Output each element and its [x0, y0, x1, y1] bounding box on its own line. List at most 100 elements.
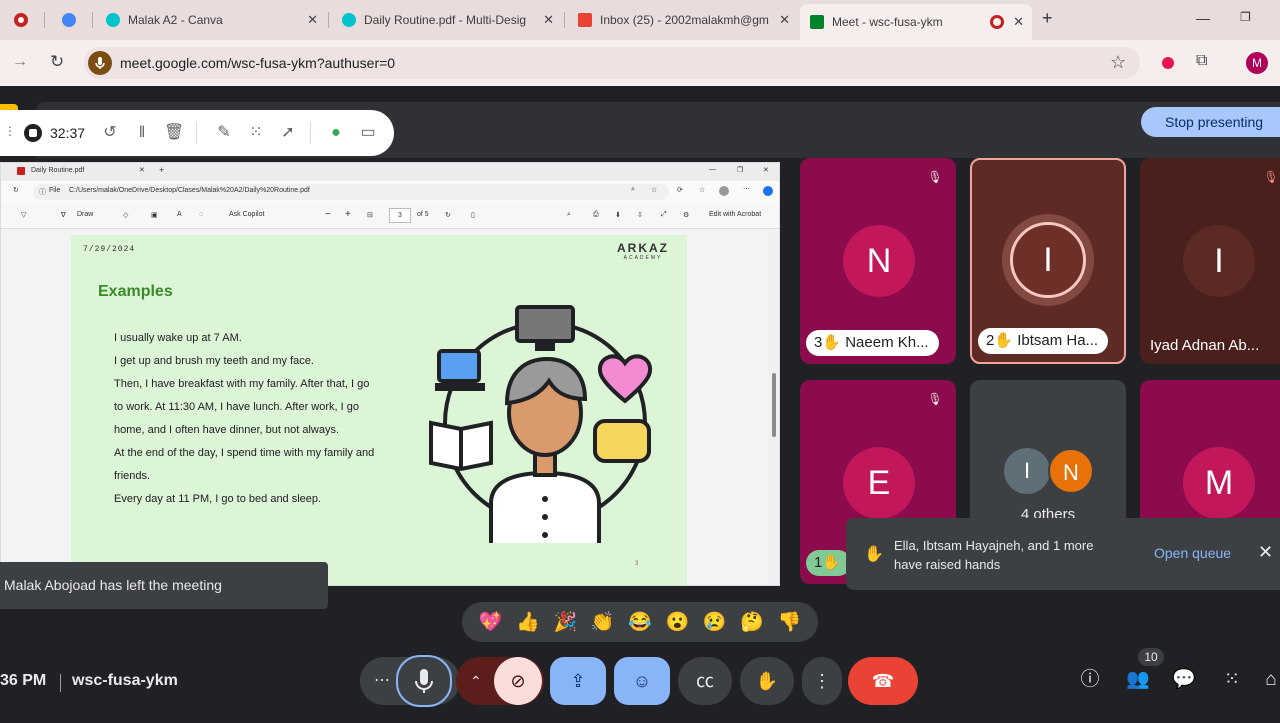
browser-tab-gmail[interactable]: Inbox (25) - 2002malakmh@gm ✕ — [568, 6, 798, 34]
fit-page-icon[interactable]: ⊟ — [367, 211, 373, 219]
zoom-in-icon[interactable]: + — [345, 209, 351, 220]
minimize-icon[interactable]: — — [709, 166, 716, 173]
profile-avatar[interactable]: M — [1246, 52, 1268, 74]
fullscreen-icon[interactable]: ⤢ — [661, 211, 667, 219]
bookmark-star-icon[interactable]: ☆ — [1110, 52, 1126, 73]
new-tab-icon[interactable]: + — [159, 165, 164, 175]
grid-icon[interactable]: ⁙ — [246, 123, 266, 143]
reaction-laugh[interactable]: 😂 — [625, 610, 655, 634]
more-options-button[interactable]: ⋮ — [802, 657, 842, 705]
pdf-omnibox[interactable]: ⓘ File C:/Users/malak/OneDrive/Desktop/C… — [33, 184, 669, 200]
open-queue-button[interactable]: Open queue — [1154, 545, 1231, 561]
ask-copilot-label[interactable]: Ask Copilot — [229, 211, 264, 218]
divider — [60, 674, 61, 692]
raise-hand-button[interactable]: ✋ — [740, 657, 794, 705]
read-aloud-icon[interactable]: A — [177, 211, 182, 218]
profile-icon[interactable] — [719, 186, 729, 196]
browser-tab-canva[interactable]: Malak A2 - Canva ✕ — [96, 6, 326, 34]
print-icon[interactable]: ⎙ — [593, 211, 599, 219]
emoji-button[interactable]: ☺ — [614, 657, 670, 705]
browser-tab-pdf[interactable]: Daily Routine.pdf - Multi-Desig ✕ — [332, 6, 562, 34]
reaction-thinking[interactable]: 🤔 — [737, 610, 767, 634]
chat-icon[interactable]: 💬 — [1170, 666, 1198, 694]
restore-icon[interactable]: ❐ — [737, 166, 743, 174]
eraser-icon[interactable]: ◇ — [123, 211, 128, 219]
delete-icon[interactable]: 🗑 — [164, 123, 184, 143]
meeting-info-icon[interactable]: ⓘ — [1076, 666, 1104, 694]
browser-tab-meet[interactable]: Meet - wsc-fusa-ykm ✕ — [800, 4, 1032, 40]
draw-label[interactable]: Draw — [77, 211, 93, 218]
page-view-icon[interactable]: ▯ — [471, 211, 475, 219]
save-as-icon[interactable]: ⇩ — [637, 211, 643, 219]
new-tab-button[interactable]: + — [1042, 8, 1053, 29]
participant-tile[interactable]: I 2✋ Ibtsam Ha... — [970, 158, 1126, 364]
reaction-clap[interactable]: 👏 — [588, 610, 618, 634]
recording-extension-icon[interactable] — [1162, 57, 1174, 69]
minimize-icon[interactable]: — — [1196, 10, 1210, 26]
extensions-icon[interactable]: ⧉ — [1196, 52, 1207, 70]
page-number-input[interactable]: 3 — [389, 208, 411, 223]
close-tab-icon[interactable]: ✕ — [307, 12, 318, 28]
restore-icon[interactable]: ❐ — [1240, 10, 1251, 24]
scroll-thumb[interactable] — [772, 373, 776, 437]
favorite-icon[interactable]: ☆ — [651, 186, 657, 194]
reaction-sad[interactable]: 😢 — [700, 610, 730, 634]
leave-call-button[interactable]: ☎ — [848, 657, 918, 705]
drag-handle-icon[interactable]: ⋮ — [4, 124, 16, 138]
people-icon[interactable]: 👥 — [1124, 666, 1152, 694]
rotate-icon[interactable]: ↻ — [445, 211, 451, 219]
refresh-icon[interactable]: ⟳ — [677, 186, 683, 194]
reaction-thumbs-down[interactable]: 👎 — [774, 610, 804, 634]
browser-tab-chrome[interactable] — [52, 6, 88, 34]
slide-line: Then, I have breakfast with my family. A… — [114, 378, 370, 390]
camera-icon[interactable]: ▭ — [358, 123, 378, 143]
stop-record-icon[interactable] — [24, 124, 42, 142]
settings-icon[interactable]: ⚙ — [683, 211, 689, 219]
restart-icon[interactable]: ↺ — [100, 123, 120, 143]
browser-tab-recording[interactable] — [4, 6, 40, 34]
pen-icon[interactable]: ✎ — [214, 123, 234, 143]
close-tab-icon[interactable]: ✕ — [1013, 14, 1024, 30]
reaction-thumbs-up[interactable]: 👍 — [513, 610, 543, 634]
mic-icon[interactable]: ● — [326, 123, 346, 143]
chevron-up-icon[interactable]: ⌃ — [470, 657, 482, 705]
save-icon[interactable]: ⬇ — [615, 211, 621, 219]
edit-with-acrobat-label[interactable]: Edit with Acrobat — [709, 211, 761, 218]
search-icon[interactable]: ⌕ — [567, 211, 571, 219]
participant-tile[interactable]: 🎙 N 3✋ Naeem Kh... — [800, 158, 956, 364]
zoom-out-icon[interactable]: − — [325, 209, 331, 220]
reload-icon[interactable]: ↻ — [50, 52, 64, 72]
text-icon[interactable]: ▣ — [151, 211, 158, 219]
copilot-icon[interactable] — [763, 186, 773, 196]
close-window-icon[interactable]: ✕ — [763, 166, 769, 174]
present-button[interactable]: ⇪ — [550, 657, 606, 705]
activities-icon[interactable]: ⁙ — [1218, 666, 1246, 694]
site-info-icon[interactable] — [88, 51, 112, 75]
camera-off-button[interactable]: ⊘ — [494, 657, 542, 705]
close-tab-icon[interactable]: ✕ — [543, 12, 554, 28]
pointer-icon[interactable]: ➚ — [278, 123, 298, 143]
close-icon[interactable]: ✕ — [139, 166, 145, 174]
forward-icon[interactable]: → — [12, 53, 28, 71]
more-icon[interactable]: ⋯ — [743, 185, 750, 193]
zoom-icon[interactable]: ⌕ — [631, 186, 635, 194]
microphone-button[interactable] — [396, 655, 452, 707]
favorites-icon[interactable]: ☆ — [699, 186, 705, 194]
copilot-icon[interactable]: ◌ — [199, 211, 203, 218]
close-tab-icon[interactable]: ✕ — [779, 12, 790, 28]
reaction-surprised[interactable]: 😮 — [662, 610, 692, 634]
more-audio-icon[interactable]: ⋯ — [374, 657, 390, 705]
stop-presenting-button[interactable]: Stop presenting — [1141, 107, 1280, 137]
reload-icon[interactable]: ↻ — [13, 186, 19, 194]
close-icon[interactable]: ✕ — [1258, 542, 1273, 563]
highlight-icon[interactable]: ▽ — [21, 211, 26, 219]
pause-icon[interactable]: ‖ — [132, 123, 152, 143]
host-controls-icon[interactable]: ⌂ — [1262, 666, 1280, 694]
participant-tile[interactable]: 🎙 I Iyad Adnan Ab... — [1140, 158, 1280, 364]
pdf-scrollbar[interactable] — [769, 233, 779, 585]
captions-button[interactable]: ㏄ — [678, 657, 732, 705]
draw-icon[interactable]: ∇ — [61, 211, 66, 219]
omnibox[interactable]: meet.google.com/wsc-fusa-ykm?authuser=0 … — [84, 47, 1140, 79]
reaction-heart[interactable]: 💖 — [476, 610, 506, 634]
reaction-party[interactable]: 🎉 — [550, 610, 580, 634]
